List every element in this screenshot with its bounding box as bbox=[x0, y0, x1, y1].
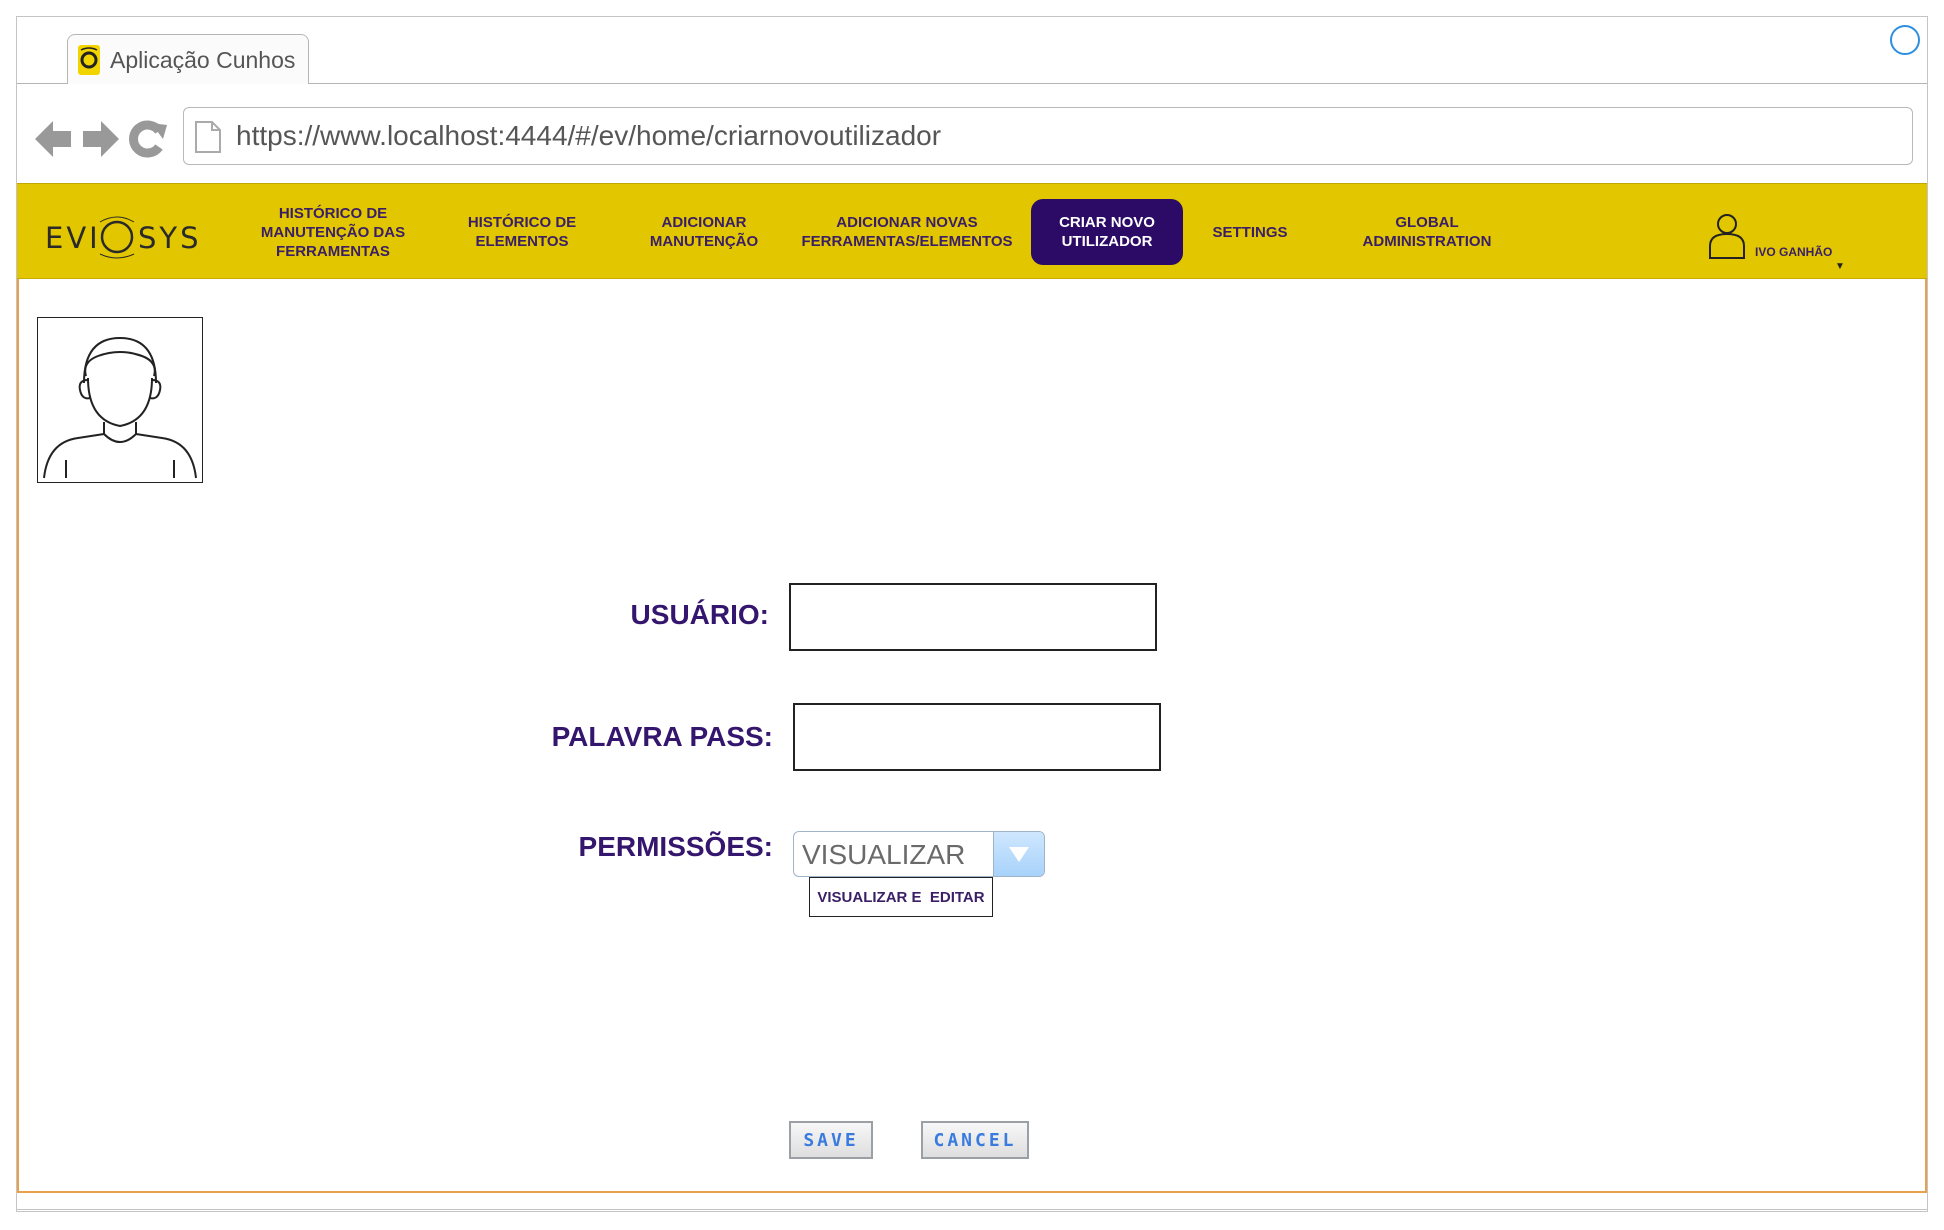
forward-arrow-icon[interactable] bbox=[83, 121, 119, 157]
user-avatar[interactable] bbox=[37, 317, 203, 483]
avatar-person-icon bbox=[43, 336, 197, 479]
nav-item-criar-utilizador[interactable]: CRIAR NOVO UTILIZADOR bbox=[1031, 199, 1183, 265]
browser-nav-controls bbox=[35, 120, 167, 158]
window-circle-icon[interactable] bbox=[1890, 25, 1920, 55]
select-dropdown-button[interactable] bbox=[993, 832, 1044, 876]
tab-title: Aplicação Cunhos bbox=[110, 47, 296, 73]
user-icon[interactable] bbox=[1707, 212, 1747, 262]
page-icon bbox=[195, 121, 221, 153]
nav-item-global-administration[interactable]: GLOBAL ADMINISTRATION bbox=[1347, 184, 1507, 280]
usuario-input[interactable] bbox=[789, 583, 1157, 651]
nav-item-historico-elementos[interactable]: HISTÓRICO DE ELEMENTOS bbox=[447, 184, 597, 280]
app-navbar: EVI SYS HISTÓRICO DE MANUTENÇÃO DAS FERR… bbox=[17, 183, 1927, 279]
app-favicon-icon bbox=[78, 45, 100, 75]
user-name[interactable]: IVO GANHÃO bbox=[1755, 245, 1832, 259]
password-label: PALAVRA PASS: bbox=[551, 721, 773, 752]
svg-text:SYS: SYS bbox=[138, 221, 202, 255]
nav-item-adicionar-manutencao[interactable]: ADICIONAR MANUTENÇÃO bbox=[629, 184, 779, 280]
url-text: https://www.localhost:4444/#/ev/home/cri… bbox=[236, 120, 942, 151]
permissoes-option-visualizar-editar[interactable]: VISUALIZAR E EDITAR bbox=[809, 877, 993, 917]
address-bar[interactable]: https://www.localhost:4444/#/ev/home/cri… bbox=[183, 107, 1913, 165]
user-menu-caret-icon[interactable]: ▼ bbox=[1835, 261, 1845, 272]
chevron-down-icon bbox=[1009, 847, 1029, 862]
page-content bbox=[17, 183, 1927, 1193]
permissoes-select[interactable]: VISUALIZAR bbox=[793, 831, 1045, 877]
save-button[interactable]: SAVE bbox=[789, 1121, 873, 1159]
eviosys-logo: EVI SYS bbox=[45, 216, 202, 259]
back-arrow-icon[interactable] bbox=[35, 121, 71, 157]
svg-text:EVI: EVI bbox=[45, 221, 101, 255]
password-input[interactable] bbox=[793, 703, 1161, 771]
nav-item-settings[interactable]: SETTINGS bbox=[1195, 184, 1305, 280]
permissoes-selected-value: VISUALIZAR bbox=[802, 839, 966, 870]
usuario-label: USUÁRIO: bbox=[630, 599, 769, 630]
reload-icon[interactable] bbox=[129, 120, 167, 158]
nav-item-adicionar-ferramentas[interactable]: ADICIONAR NOVAS FERRAMENTAS/ELEMENTOS bbox=[787, 184, 1027, 280]
permissoes-label: PERMISSÕES: bbox=[578, 831, 773, 862]
nav-item-historico-manutencao[interactable]: HISTÓRICO DE MANUTENÇÃO DAS FERRAMENTAS bbox=[253, 184, 413, 280]
browser-window: Aplicação Cunhos https://www.localhost:4… bbox=[16, 16, 1928, 1212]
cancel-button[interactable]: CANCEL bbox=[921, 1121, 1029, 1159]
window-bottom-border bbox=[17, 1209, 1927, 1210]
browser-tab[interactable]: Aplicação Cunhos bbox=[67, 34, 309, 84]
